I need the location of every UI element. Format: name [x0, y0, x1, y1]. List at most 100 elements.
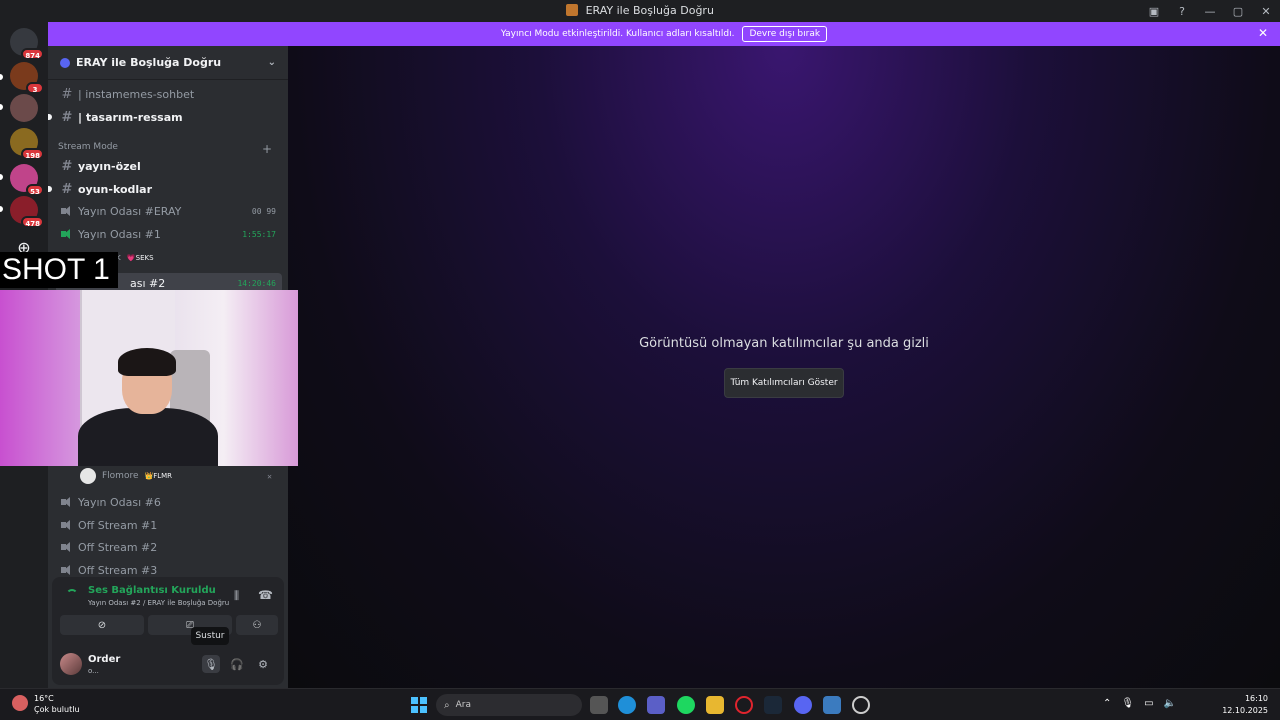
server-icon-5[interactable]: 478 — [10, 196, 44, 228]
channel-label: Off Stream #1 — [78, 518, 158, 532]
window-title-text: ERAY ile Boşluğa Doğru — [585, 4, 714, 17]
start-icon[interactable] — [411, 697, 427, 713]
voice-channel-path[interactable]: Yayın Odası #2 / ERAY ile Boşluğa Doğru — [88, 599, 229, 607]
muted-icon: ✕ — [267, 471, 272, 481]
search-box[interactable]: ⌕ Ara — [436, 694, 582, 716]
disconnect-icon[interactable]: ☎ — [258, 588, 273, 602]
voice-channel-1[interactable]: Yayın Odası #1 1:55:17 — [56, 224, 282, 244]
channel-label: oyun-kodlar — [78, 182, 153, 196]
inbox-icon[interactable]: ▣ — [1140, 0, 1168, 22]
channel-label: | instamemes-sohbet — [78, 87, 195, 101]
microphone-tray-icon[interactable]: 🎙 — [1121, 698, 1134, 709]
teams-icon[interactable] — [647, 696, 665, 714]
opera-icon[interactable] — [735, 696, 753, 714]
category-label: Stream Mode — [58, 142, 118, 152]
server-icon-3[interactable]: 198 — [10, 128, 44, 160]
user-status: o... — [88, 667, 99, 675]
hash-icon: # — [61, 86, 73, 102]
username[interactable]: Order — [88, 654, 120, 665]
server-badge: 53 — [26, 184, 44, 196]
hash-icon: # — [61, 181, 73, 197]
noise-suppression-icon[interactable]: ⫼ — [234, 589, 239, 603]
weather-widget[interactable]: 16°C Çok bulutlu — [12, 693, 80, 715]
channel-label: Off Stream #3 — [78, 563, 158, 577]
hash-icon: # — [61, 109, 73, 125]
obs-icon[interactable] — [852, 696, 870, 714]
edge-icon[interactable] — [618, 696, 636, 714]
unread-indicator — [48, 114, 52, 120]
category-stream-mode[interactable]: Stream Mode + — [58, 142, 272, 156]
member-tag: 👑FLMR — [144, 472, 173, 480]
discord-icon[interactable] — [794, 696, 812, 714]
activity-button[interactable]: ⚇ — [236, 615, 278, 635]
weather-icon — [12, 695, 28, 711]
search-label: Ara — [455, 700, 471, 710]
channel-label: Yayın Odası #6 — [78, 495, 161, 509]
app-icon[interactable] — [823, 696, 841, 714]
title-bar: ERAY ile Boşluğa Doğru ▣ ? — ▢ ✕ — [0, 0, 1280, 22]
user-panel: Order o... 🎙 🎧 ⚙ — [52, 645, 284, 685]
voice-channel-6[interactable]: Yayın Odası #6 — [56, 492, 282, 512]
voice-member[interactable]: rk 💗SEKS — [108, 248, 278, 268]
member-tag: 💗SEKS — [126, 254, 154, 262]
disable-streamer-mode-button[interactable]: Devre dışı bırak — [742, 26, 828, 42]
close-icon[interactable]: ✕ — [1252, 0, 1280, 22]
show-all-participants-button[interactable]: Tüm Katılımcıları Göster — [724, 368, 844, 398]
voice-channel-off-1[interactable]: Off Stream #1 — [56, 515, 282, 535]
user-count: 00 99 — [251, 206, 276, 216]
server-badge: 198 — [21, 148, 44, 160]
speaker-icon — [60, 205, 74, 217]
channel-timer: 1:55:17 — [242, 229, 276, 239]
channel-label: Off Stream #2 — [78, 540, 158, 554]
server-header[interactable]: ERAY ile Boşluğa Doğru ⌄ — [48, 46, 288, 80]
server-badge: 478 — [21, 216, 44, 228]
microphone-icon[interactable]: 🎙 — [202, 655, 220, 673]
speaker-icon — [60, 228, 74, 240]
steam-icon[interactable] — [764, 696, 782, 714]
channel-yayin-ozel[interactable]: # yayın-özel — [56, 156, 282, 176]
temperature: 16°C — [34, 694, 54, 703]
signal-icon — [66, 589, 78, 601]
volume-icon[interactable]: 🔈 — [1164, 698, 1176, 709]
clock-date: 12.10.2025 — [1222, 706, 1268, 715]
streamer-mode-banner: Yayıncı Modu etkinleştirildi. Kullanıcı … — [48, 22, 1280, 46]
banner-close-icon[interactable]: ✕ — [1258, 26, 1268, 40]
home-button[interactable]: 874 — [10, 28, 44, 60]
voice-channel-eray[interactable]: Yayın Odası #ERAY 00 99 — [56, 201, 282, 221]
channel-tasarim[interactable]: # | tasarım-ressam — [48, 107, 282, 127]
add-channel-icon[interactable]: + — [262, 142, 272, 156]
file-explorer-icon[interactable] — [706, 696, 724, 714]
search-icon: ⌕ — [444, 699, 450, 711]
banner-text: Yayıncı Modu etkinleştirildi. Kullanıcı … — [500, 29, 735, 39]
avatar[interactable] — [60, 653, 82, 675]
minimize-icon[interactable]: — — [1196, 0, 1224, 22]
voice-channel-off-2[interactable]: Off Stream #2 — [56, 537, 282, 557]
channel-oyun-kodlar[interactable]: # oyun-kodlar — [48, 179, 282, 199]
network-icon[interactable]: ▭ — [1144, 698, 1153, 709]
channel-label: ası #2 — [130, 276, 166, 290]
chevron-down-icon: ⌄ — [267, 57, 276, 68]
camera-toggle-button[interactable]: ⊘ — [60, 615, 144, 635]
task-view-icon[interactable] — [590, 696, 608, 714]
help-icon[interactable]: ? — [1168, 0, 1196, 22]
member-name: Flomore — [102, 471, 139, 481]
maximize-icon[interactable]: ▢ — [1224, 0, 1252, 22]
voice-stage: Görüntüsü olmayan katılımcılar şu anda g… — [288, 46, 1280, 688]
channel-instamemes[interactable]: # | instamemes-sohbet — [56, 84, 282, 104]
voice-status[interactable]: Ses Bağlantısı Kuruldu — [88, 585, 216, 596]
voice-member-flomore[interactable]: Flomore 👑FLMR ✕ — [76, 466, 278, 486]
spotify-icon[interactable] — [677, 696, 695, 714]
server-icon-4[interactable]: 53 — [10, 164, 44, 196]
system-tray: ⌃ 🎙 ▭ 🔈 — [1103, 698, 1176, 709]
speaker-icon — [60, 541, 74, 553]
gear-icon[interactable]: ⚙ — [254, 655, 272, 673]
server-icon-1[interactable]: 3 — [10, 62, 44, 94]
discord-app: ERAY ile Boşluğa Doğru ▣ ? — ▢ ✕ 874 3 1… — [0, 0, 1280, 720]
headphones-icon[interactable]: 🎧 — [228, 655, 246, 673]
clock[interactable]: 16:10 12.10.2025 — [1222, 693, 1268, 717]
mute-tooltip: Sustur — [191, 627, 229, 645]
server-icon-2[interactable] — [10, 94, 38, 122]
channel-timer: 14:20:46 — [237, 278, 276, 288]
chevron-up-icon[interactable]: ⌃ — [1103, 698, 1111, 709]
unread-indicator — [48, 186, 52, 192]
